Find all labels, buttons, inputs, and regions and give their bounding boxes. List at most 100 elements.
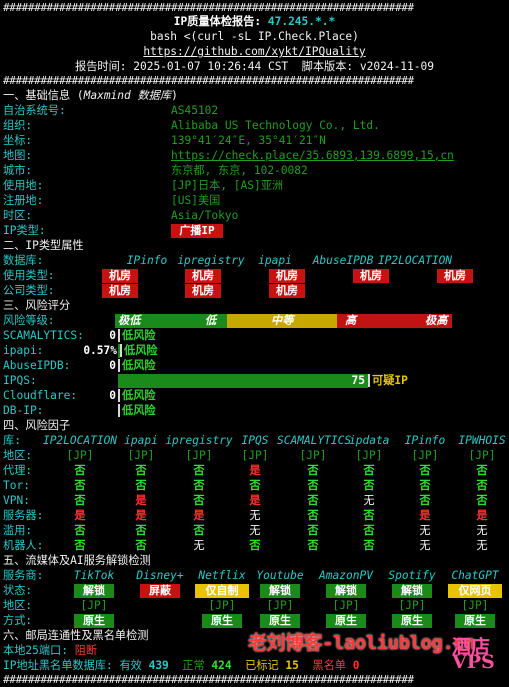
- factor-value: 否: [363, 509, 375, 522]
- factor-value: 否: [363, 479, 375, 492]
- github-link[interactable]: https://github.com/xykt/IPQuality: [0, 44, 509, 59]
- marked-label: 已标记: [245, 659, 286, 672]
- basic-value: AS45102: [171, 104, 219, 117]
- factor-value: 是: [135, 509, 147, 522]
- lib-name: IPinfo: [404, 434, 446, 447]
- method-badge: 原生: [326, 614, 366, 628]
- factor-value: 无: [476, 539, 488, 552]
- use-type-badge: 机房: [353, 269, 389, 283]
- company-type-badge: 机房: [102, 284, 138, 298]
- factor-value: 否: [193, 479, 205, 492]
- factor-value: 无: [419, 539, 431, 552]
- factor-value: 否: [307, 509, 319, 522]
- report-title: IP质量体检报告: 47.245.*.*: [0, 14, 509, 29]
- basic-value: [JP]日本, [AS]亚洲: [171, 179, 284, 192]
- service-name: AmazonPV: [319, 569, 373, 582]
- factor-value: 否: [419, 479, 431, 492]
- marked-count: 15: [285, 659, 299, 672]
- version-label: 脚本版本:: [288, 60, 360, 73]
- factor-value: 无: [476, 524, 488, 537]
- risk-score: 0.57%: [83, 344, 117, 357]
- basic-value: 139°41′24″E, 35°41′21″N: [171, 134, 326, 147]
- section-risk-title: 三、风险评分: [3, 299, 71, 312]
- factor-value: 否: [193, 524, 205, 537]
- command-line: bash <(curl -sL IP.Check.Place): [150, 30, 359, 43]
- risk-level-label: 极高: [425, 314, 448, 327]
- service-name: Youtube: [256, 569, 304, 582]
- factor-value: 是: [419, 509, 431, 522]
- risk-level-label: 中等: [271, 314, 294, 327]
- service-name: TikTok: [73, 569, 115, 582]
- status-badge: 仅自制: [195, 584, 249, 598]
- method-badge: 原生: [392, 614, 432, 628]
- section-media-title: 五、流媒体及AI服务解锁检测: [3, 554, 151, 567]
- report-meta: 报告时间: 2025-01-07 10:26:44 CST 脚本版本: v202…: [0, 59, 509, 74]
- blacklist-row: IP地址黑名单数据库: 有效 439 正常 424 已标记 15 黑名单 0: [3, 658, 509, 673]
- factor-value: 否: [476, 479, 488, 492]
- risk-separator: [118, 359, 120, 372]
- risk-separator: [118, 404, 120, 417]
- section-basic-title: 一、基础信息 (Maxmind 数据库): [3, 88, 509, 103]
- factor-value: 否: [307, 479, 319, 492]
- ip-type-badge: 广播IP: [171, 224, 223, 238]
- normal-count: 424: [211, 659, 232, 672]
- service-name: ChatGPT: [451, 569, 499, 582]
- lib-name: IPWHOIS: [458, 434, 506, 447]
- blacklist-label: IP地址黑名单数据库:: [3, 659, 120, 672]
- status-badge: 屏蔽: [140, 584, 180, 598]
- risk-separator: [118, 329, 120, 342]
- factor-value: 无: [249, 524, 261, 537]
- section-factors-title: 四、风险因子: [3, 419, 71, 432]
- basic-value: 东京都, 东京, 102-0082: [171, 164, 308, 177]
- method-badge: 原生: [74, 614, 114, 628]
- separator-line: ########################################…: [3, 74, 414, 87]
- section-title-italic: Maxmind 数据库: [83, 89, 172, 102]
- factor-value: 否: [135, 464, 147, 477]
- risk-score: 0: [109, 389, 116, 402]
- separator-line: ########################################…: [3, 673, 414, 686]
- lib-name: SCAMALYTICS: [277, 434, 352, 447]
- factor-value: 否: [363, 539, 375, 552]
- factor-value: 是: [74, 509, 86, 522]
- factor-value: 否: [74, 539, 86, 552]
- status-badge: 解锁: [392, 584, 432, 598]
- risk-score: 0: [109, 329, 116, 342]
- factor-value: 否: [307, 494, 319, 507]
- company-type-label: 公司类型:: [3, 284, 55, 297]
- risk-result: 可疑IP: [372, 374, 408, 387]
- factor-value: 否: [74, 524, 86, 537]
- factor-value: 否: [135, 524, 147, 537]
- version: v2024-11-09: [359, 60, 434, 73]
- factor-value: 无: [419, 524, 431, 537]
- use-type-badge: 机房: [185, 269, 221, 283]
- risk-result: 低风险: [122, 404, 156, 417]
- use-type-badge: 机房: [102, 269, 138, 283]
- risk-separator: [118, 389, 120, 402]
- basic-value: [US]美国: [171, 194, 221, 207]
- basic-value: Alibaba US Technology Co., Ltd.: [171, 119, 380, 132]
- factor-value: [JP]: [411, 449, 439, 462]
- factor-value: 是: [135, 494, 147, 507]
- factor-value: 是: [476, 509, 488, 522]
- black-count: 0: [352, 659, 360, 672]
- map-link[interactable]: https://check.place/35.6893,139.6899,15,…: [171, 148, 509, 163]
- factor-value: 否: [419, 464, 431, 477]
- method-badge: 原生: [260, 614, 300, 628]
- report-time-label: 报告时间:: [75, 60, 134, 73]
- factor-value: 否: [74, 479, 86, 492]
- method-badge: 原生: [455, 614, 495, 628]
- lib-name: ipapi: [124, 434, 158, 447]
- factor-value: 否: [249, 539, 261, 552]
- valid-count: 439: [148, 659, 169, 672]
- watermark-text: 老刘博客-laoliublog.cn: [248, 632, 476, 654]
- factor-value: 是: [249, 494, 261, 507]
- region-value: [JP]: [332, 599, 360, 612]
- risk-result: 低风险: [122, 329, 156, 342]
- factor-value: 否: [74, 494, 86, 507]
- region-value: [JP]: [208, 599, 236, 612]
- risk-result: 低风险: [124, 344, 158, 357]
- factor-value: 无: [193, 539, 205, 552]
- factor-value: 否: [307, 524, 319, 537]
- use-type-label: 使用类型:: [3, 269, 55, 282]
- factor-value: 否: [193, 494, 205, 507]
